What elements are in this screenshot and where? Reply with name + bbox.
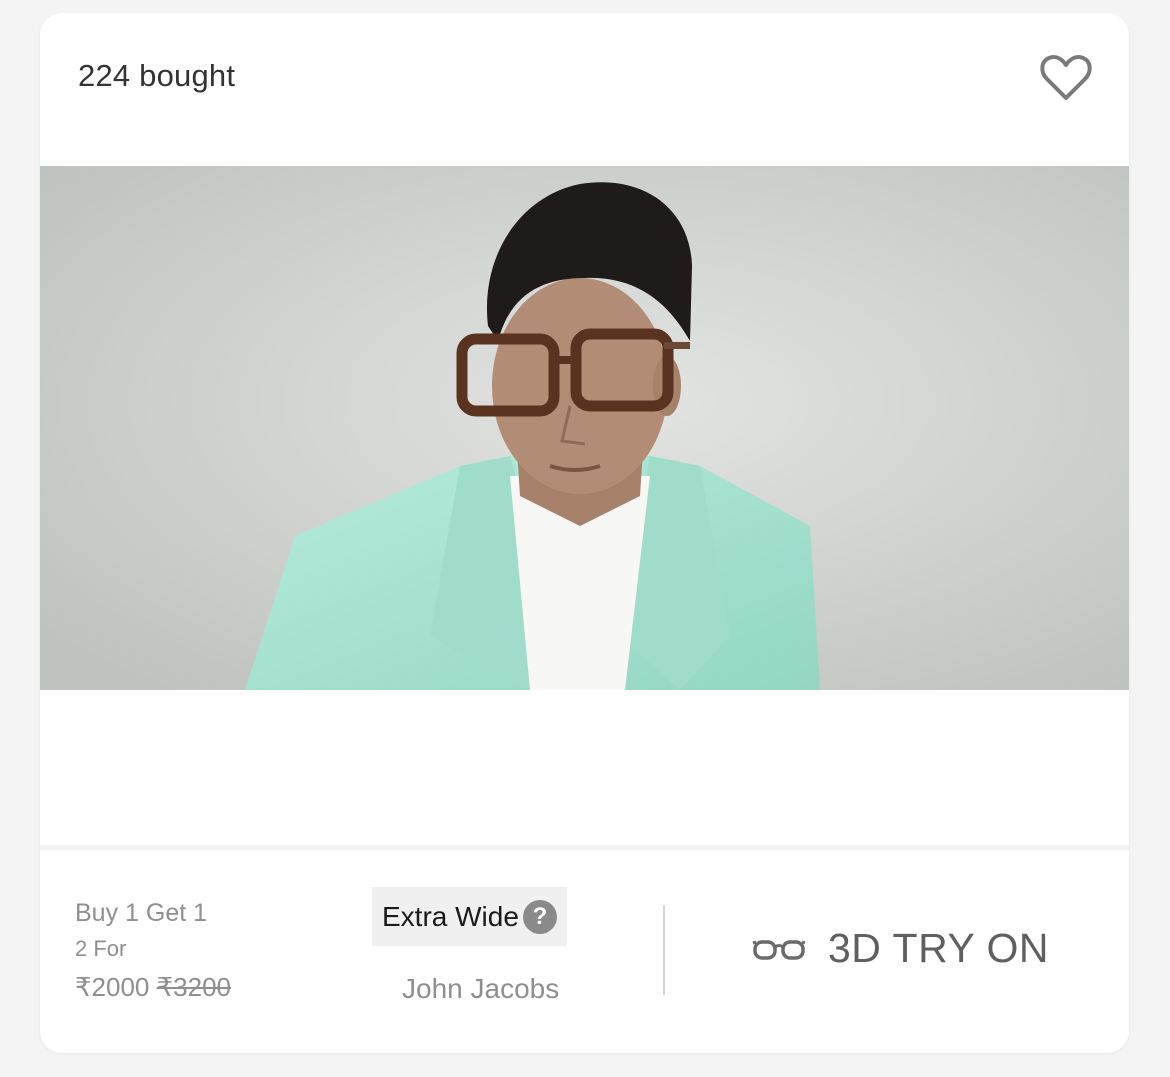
- offer-line-1: Buy 1 Get 1: [75, 899, 208, 927]
- size-badge: Extra Wide ?: [372, 887, 567, 946]
- price-current: ₹2000: [75, 972, 150, 1002]
- offer-price: ₹2000 ₹3200: [75, 972, 231, 1002]
- card-header: 224 bought: [40, 13, 1129, 166]
- bought-count: 224 bought: [78, 58, 236, 93]
- glasses-icon: [752, 939, 806, 960]
- vertical-divider: [663, 905, 665, 995]
- offer-line-2: 2 For: [75, 936, 127, 961]
- offer-info: Buy 1 Get 1 2 For ₹2000 ₹3200: [75, 898, 231, 1002]
- price-original: ₹3200: [156, 972, 232, 1002]
- wishlist-heart-icon[interactable]: [1039, 53, 1093, 103]
- 3d-try-on-button[interactable]: 3D TRY ON: [752, 925, 1049, 972]
- product-image[interactable]: [40, 166, 1129, 690]
- 3d-try-on-label: 3D TRY ON: [828, 925, 1049, 971]
- product-card[interactable]: 224 bought Buy 1 Get 1 2 For ₹2000 ₹3200…: [40, 13, 1129, 1053]
- card-footer: Buy 1 Get 1 2 For ₹2000 ₹3200 Extra Wide…: [40, 850, 1129, 1053]
- brand-name: John Jacobs: [402, 973, 560, 1004]
- help-icon[interactable]: ?: [522, 899, 557, 934]
- size-badge-label: Extra Wide: [382, 900, 519, 932]
